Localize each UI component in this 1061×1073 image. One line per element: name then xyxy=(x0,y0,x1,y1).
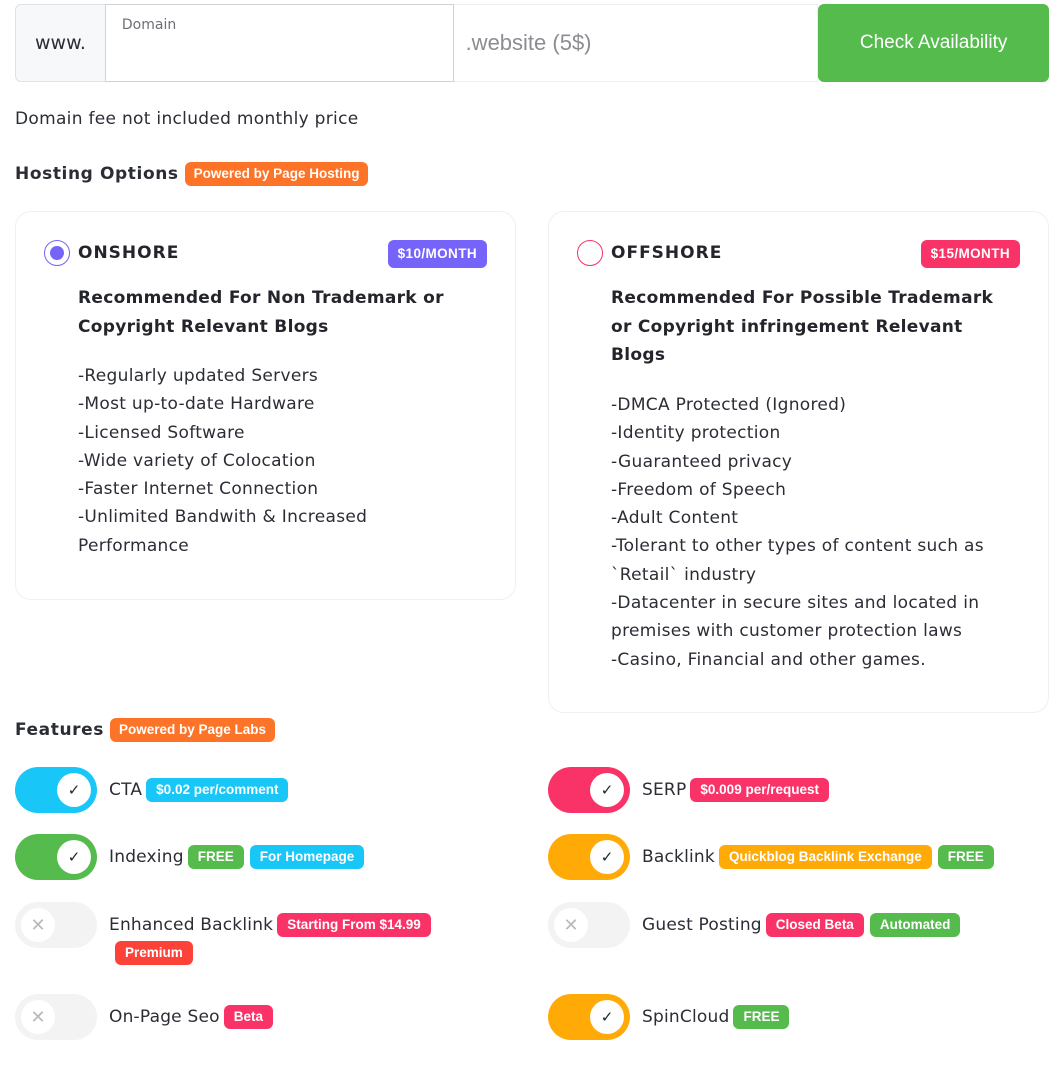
backlink-toggle[interactable]: ✓ xyxy=(548,834,630,880)
feature-indexing: ✓ Indexing FREE For Homepage xyxy=(15,834,449,880)
feature-badge: Quickblog Backlink Exchange xyxy=(718,845,932,870)
feature-label: SpinCloud xyxy=(642,1007,730,1027)
spincloud-toggle[interactable]: ✓ xyxy=(548,994,630,1040)
onshore-radio[interactable] xyxy=(44,240,70,266)
domain-search-row: www. Domain .website (5$) Check Availabi… xyxy=(15,4,1049,82)
offshore-bullet: -Tolerant to other types of content such… xyxy=(611,536,984,585)
domain-field[interactable]: Domain xyxy=(104,4,454,82)
onshore-bullet: -Regularly updated Servers xyxy=(78,366,319,386)
feature-label: Guest Posting xyxy=(642,915,762,935)
feature-label: Backlink xyxy=(642,847,715,867)
features-header: Features Powered by Page Labs xyxy=(15,718,276,743)
feature-on-page-seo: ✕ On-Page Seo Beta xyxy=(15,994,449,1040)
feature-badge: Closed Beta xyxy=(765,913,864,938)
feature-badge: FREE xyxy=(187,845,244,870)
features-title: Features xyxy=(15,720,104,741)
onshore-bullet-list: -Regularly updated Servers -Most up-to-d… xyxy=(78,362,478,560)
feature-label: Indexing xyxy=(109,847,184,867)
domain-field-label: Domain xyxy=(121,17,177,33)
feature-serp: ✓ SERP $0.009 per/request xyxy=(548,767,982,813)
cross-icon: ✕ xyxy=(21,908,55,942)
check-icon: ✓ xyxy=(57,840,91,874)
onshore-bullet: -Wide variety of Colocation xyxy=(78,450,316,471)
onshore-bullet: -Most up-to-date Hardware xyxy=(78,394,315,415)
feature-spincloud: ✓ SpinCloud FREE xyxy=(548,994,982,1040)
feature-label: On-Page Seo xyxy=(109,1007,220,1027)
feature-badge: $0.02 per/comment xyxy=(146,778,289,803)
www-prefix: www. xyxy=(15,4,105,82)
offshore-bullet: -Adult Content xyxy=(611,508,739,529)
feature-backlink: ✓ Backlink Quickblog Backlink Exchange FRE… xyxy=(548,834,1061,880)
feature-badge: Starting From $14.99 xyxy=(277,913,431,938)
onshore-bullet: -Licensed Software xyxy=(78,422,245,443)
offshore-bullet-list: -DMCA Protected (Ignored) -Identity prot… xyxy=(611,391,1031,674)
offshore-bullet: -Guaranteed privacy xyxy=(611,451,793,472)
hosting-options-title: Hosting Options xyxy=(15,164,179,185)
feature-cta: ✓ CTA $0.02 per/comment xyxy=(15,767,449,813)
check-icon: ✓ xyxy=(590,1000,624,1034)
onshore-header: ONSHORE xyxy=(44,240,179,266)
onshore-recommendation: Recommended For Non Trademark or Copyrig… xyxy=(78,288,444,337)
offshore-recommendation: Recommended For Possible Trademark or Co… xyxy=(611,288,994,365)
feature-badge: Beta xyxy=(223,1005,273,1030)
indexing-toggle[interactable]: ✓ xyxy=(15,834,97,880)
check-icon: ✓ xyxy=(590,840,624,874)
onshore-price-badge: $10/MONTH xyxy=(387,240,487,269)
tld-select[interactable]: .website (5$) xyxy=(453,4,819,82)
on-page-seo-toggle[interactable]: ✕ xyxy=(15,994,97,1040)
offshore-title: OFFSHORE xyxy=(611,243,723,263)
offshore-bullet: -Identity protection xyxy=(611,423,781,444)
feature-badge: Premium xyxy=(115,941,193,966)
feature-guest-posting: ✕ Guest Posting Closed Beta Automated xyxy=(548,902,1061,948)
onshore-bullet: -Faster Internet Connection xyxy=(78,479,319,500)
feature-label: CTA xyxy=(109,780,143,800)
feature-label: SERP xyxy=(642,780,687,800)
onshore-bullet: -Unlimited Bandwith & Increased Performa… xyxy=(78,507,368,556)
feature-enhanced-backlink: ✕ Enhanced Backlink Starting From $14.99 … xyxy=(15,902,449,966)
cross-icon: ✕ xyxy=(554,908,588,942)
domain-input[interactable] xyxy=(121,43,432,71)
feature-badge: $0.009 per/request xyxy=(690,778,829,803)
onshore-card[interactable]: ONSHORE $10/MONTH Recommended For Non Tr… xyxy=(15,211,516,600)
offshore-radio[interactable] xyxy=(577,240,603,266)
cta-toggle[interactable]: ✓ xyxy=(15,767,97,813)
guest-posting-toggle[interactable]: ✕ xyxy=(548,902,630,948)
cross-icon: ✕ xyxy=(21,1000,55,1034)
feature-badge: Automated xyxy=(869,913,961,938)
radio-selected-dot-icon xyxy=(50,246,64,260)
feature-badge: For Homepage xyxy=(249,845,365,870)
offshore-header: OFFSHORE xyxy=(577,240,722,266)
feature-label: Enhanced Backlink xyxy=(109,915,274,935)
offshore-bullet: -Datacenter in secure sites and located … xyxy=(611,593,980,642)
check-icon: ✓ xyxy=(57,773,91,807)
offshore-price-badge: $15/MONTH xyxy=(920,240,1020,269)
domain-fee-note: Domain fee not included monthly price xyxy=(15,109,359,129)
offshore-bullet: -DMCA Protected (Ignored) xyxy=(611,395,847,415)
feature-badge: FREE xyxy=(937,845,994,870)
check-icon: ✓ xyxy=(590,773,624,807)
feature-badge: FREE xyxy=(733,1005,790,1030)
offshore-bullet: -Casino, Financial and other games. xyxy=(611,649,926,670)
enhanced-backlink-toggle[interactable]: ✕ xyxy=(15,902,97,948)
powered-by-page-labs-badge: Powered by Page Labs xyxy=(110,718,276,743)
onshore-title: ONSHORE xyxy=(78,243,180,263)
powered-by-page-hosting-badge: Powered by Page Hosting xyxy=(184,162,369,187)
check-availability-button[interactable]: Check Availability xyxy=(818,4,1049,82)
offshore-card[interactable]: OFFSHORE $15/MONTH Recommended For Possi… xyxy=(548,211,1049,713)
offshore-bullet: -Freedom of Speech xyxy=(611,479,787,500)
hosting-options-header: Hosting Options Powered by Page Hosting xyxy=(15,162,369,187)
serp-toggle[interactable]: ✓ xyxy=(548,767,630,813)
